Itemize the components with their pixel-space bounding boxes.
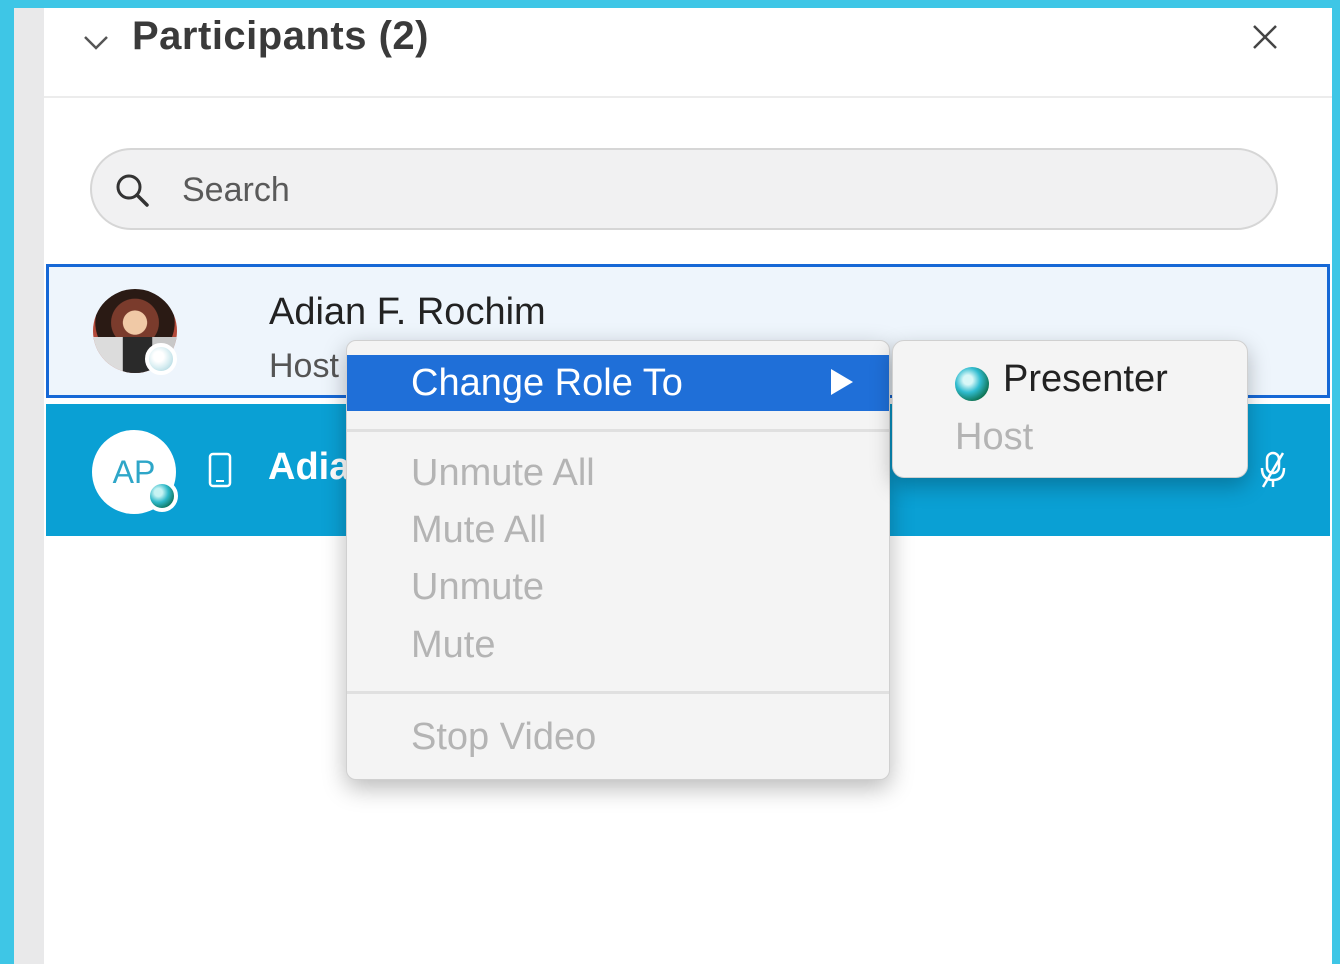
search-input[interactable] (180, 160, 1244, 220)
presenter-ball-icon (955, 367, 989, 401)
change-role-submenu: Presenter Host (892, 340, 1248, 478)
panel-title: Participants (2) (132, 14, 429, 58)
submenu-item-host: Host (955, 416, 1034, 458)
menu-item-stop-video: Stop Video (411, 716, 597, 758)
participant-role: Host (269, 347, 339, 385)
participant-context-menu: Change Role To Unmute All Mute All Unmut… (346, 340, 890, 780)
microphone-muted-icon[interactable] (1256, 450, 1290, 490)
submenu-arrow-icon (831, 369, 853, 395)
participant-name: Adian F. Rochim (269, 291, 546, 333)
close-icon[interactable] (1250, 22, 1280, 52)
menu-item-mute-all: Mute All (411, 509, 547, 551)
presence-status-icon (146, 480, 178, 512)
participant-name: Adia (268, 446, 351, 488)
submenu-item-presenter[interactable]: Presenter (1003, 351, 1168, 407)
menu-item-unmute-all: Unmute All (411, 452, 595, 494)
menu-separator (347, 691, 889, 694)
chevron-down-icon[interactable] (82, 30, 110, 54)
panel-header: Participants (2) (44, 8, 1332, 98)
mobile-device-icon (208, 452, 232, 488)
menu-item-change-role[interactable]: Change Role To (347, 355, 889, 411)
menu-item-unmute: Unmute (411, 566, 545, 608)
menu-item-label: Change Role To (411, 362, 683, 404)
window-left-edge (14, 8, 44, 964)
presence-status-icon (145, 343, 177, 375)
search-icon (116, 174, 149, 207)
menu-separator (347, 429, 889, 432)
menu-item-mute: Mute (411, 624, 496, 666)
search-box[interactable] (90, 148, 1278, 230)
